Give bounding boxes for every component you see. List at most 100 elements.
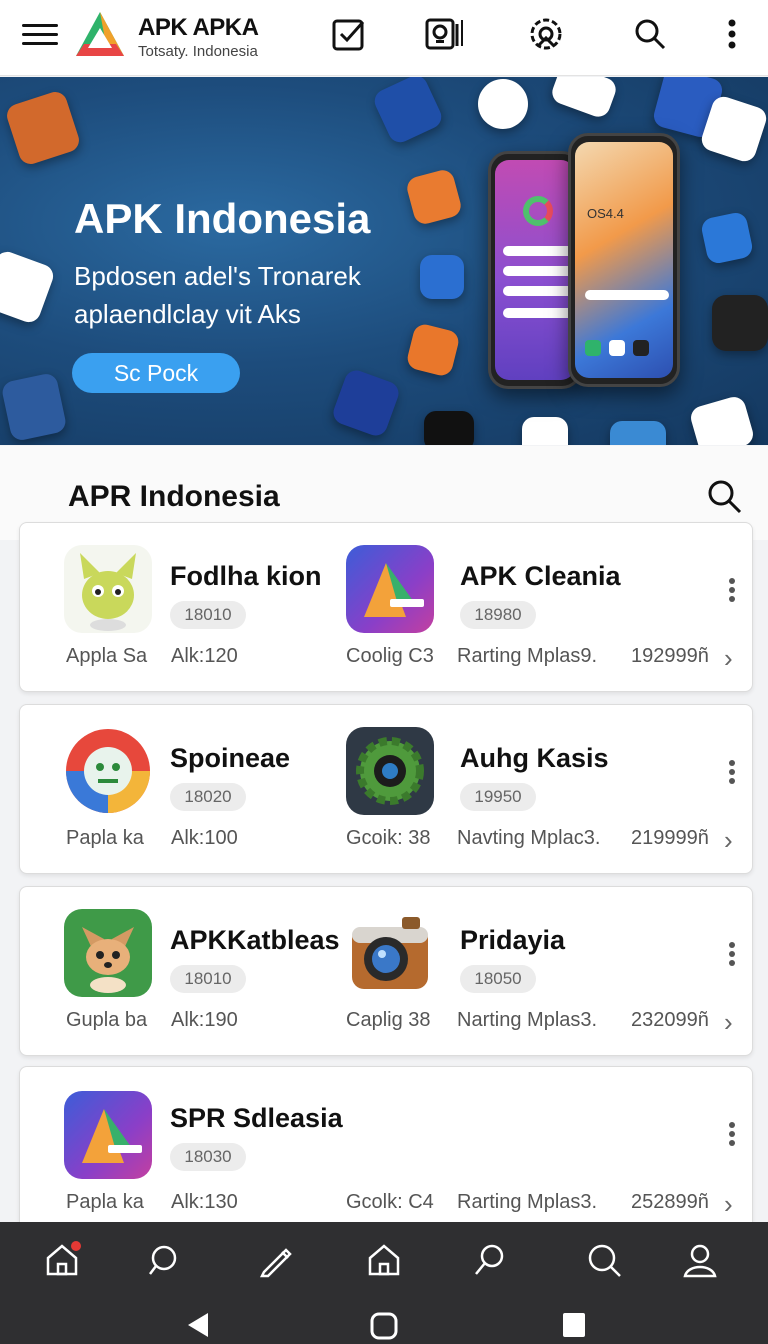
app-icon-floating [522,417,568,445]
app-card[interactable]: Spoineae 18020 Auhg Kasis 19950 Papla ka… [19,704,753,874]
meta-downloads: 192999ñ [631,645,709,667]
meta-category: Papla ka [66,827,144,849]
recents-icon[interactable] [562,1312,586,1338]
app-card[interactable]: Fodlha kion 18010 APK Cleania 18980 Appl… [19,522,753,692]
app-badge: 18030 [170,1143,246,1171]
more-vert-icon[interactable] [724,939,740,975]
app-icon-floating [424,411,474,445]
meta-category: Gupla ba [66,1009,148,1031]
app-name: Fodlha kion [170,561,322,591]
app-title: APK APKA [138,14,259,41]
meta-downloads: 252899ñ [631,1191,709,1213]
meta-rating: Rarting Mplas9. [457,645,598,667]
search-icon[interactable] [630,14,670,54]
meta-code: Gcolk: C4 [346,1191,434,1213]
app-badge: 18980 [460,601,536,629]
cat-app-icon [64,545,152,633]
checkbox-icon[interactable] [329,14,369,54]
app-icon-floating [478,79,528,129]
chevron-right-icon[interactable]: › [724,643,733,674]
app-name: APK Cleania [460,561,621,591]
camera-icon[interactable] [424,14,464,54]
app-name: SPR Sdleasia [170,1103,343,1133]
back-icon[interactable] [186,1312,210,1338]
search-icon[interactable] [704,476,744,516]
top-app-bar: APK APKA Totsaty. Indonesia [0,0,768,76]
hero-description: Bpdosen adel's Tronarek aplaendlclay vit… [74,261,361,329]
search-icon[interactable] [470,1240,510,1280]
app-item[interactable]: Spoineae 18020 [20,705,350,835]
app-item[interactable]: Auhg Kasis 19950 [302,705,632,835]
app-icon-floating [370,77,446,147]
more-vert-icon[interactable] [724,1119,740,1155]
meta-downloads: 219999ñ [631,827,709,849]
app-icon-floating [330,367,402,439]
app-name: Pridayia [460,925,566,955]
dog-app-icon [64,909,152,997]
app-item[interactable]: SPR Sdleasia 18030 [20,1067,350,1197]
app-item[interactable]: APK Cleania 18980 [302,523,632,653]
hero-cta-button[interactable]: Sc Pock [72,353,240,393]
more-vert-icon[interactable] [724,757,740,793]
app-icon-floating [404,167,464,227]
triangle-app-icon [346,545,434,633]
app-icon-floating [688,394,756,445]
app-badge: 18020 [170,783,246,811]
gear-lens-app-icon [346,727,434,815]
meta-code: Coolig C3 [346,645,434,667]
meta-size: Alk:190 [171,1009,238,1031]
app-icon-floating [0,371,68,443]
meta-category: Papla ka [66,1191,144,1213]
home-button-icon[interactable] [370,1312,398,1340]
settings-icon[interactable] [526,14,566,54]
phone-mockup: OS4.4 [568,133,680,387]
profile-icon[interactable] [680,1240,720,1280]
app-subtitle: Totsaty. Indonesia [138,43,258,60]
app-badge: 18050 [460,965,536,993]
phone-os-label: OS4.4 [587,206,624,221]
hero-banner[interactable]: OS4.4 APK Indonesia Bpdosen adel's Trona… [0,77,768,445]
meta-size: Alk:130 [171,1191,238,1213]
meta-rating: Navting Mplac3. [457,827,601,849]
search-icon[interactable] [584,1240,624,1280]
face-app-icon [64,727,152,815]
app-icon-floating [3,88,83,168]
more-vert-icon[interactable] [712,14,752,54]
home-icon[interactable] [42,1240,82,1280]
camera-app-icon [712,295,768,351]
app-icon-floating [610,421,666,445]
app-name: Spoineae [170,743,291,773]
app-icon-floating [420,255,464,299]
home-icon[interactable] [364,1240,404,1280]
more-vert-icon[interactable] [724,575,740,611]
app-card[interactable]: APKKatbleas 18010 Pridayia 18050 Gupla b… [19,886,753,1056]
meta-rating: Rarting Mplas3. [457,1191,598,1213]
search-icon[interactable] [146,1240,186,1280]
chevron-right-icon[interactable]: › [724,1007,733,1038]
app-badge: 18010 [170,601,246,629]
app-name: Auhg Kasis [460,743,609,773]
app-card[interactable]: SPR Sdleasia 18030 Papla ka Alk:130 Gcol… [19,1066,753,1236]
app-item[interactable]: Pridayia 18050 [302,887,632,1017]
hero-title: APK Indonesia [74,195,371,242]
app-icon-floating [548,77,620,121]
logo-icon [76,12,124,56]
app-badge: 18010 [170,965,246,993]
edit-icon[interactable] [256,1240,296,1280]
meta-size: Alk:120 [171,645,238,667]
chevron-right-icon[interactable]: › [724,1189,733,1220]
camera-app-icon [346,909,434,997]
app-item[interactable]: APKKatbleas 18010 [20,887,350,1017]
section-title: APR Indonesia [68,480,280,513]
meta-rating: Narting Mplas3. [457,1009,598,1031]
app-icon-floating [405,322,461,378]
meta-downloads: 232099ñ [631,1009,709,1031]
app-icon-floating [699,210,755,266]
meta-code: Caplig 38 [346,1009,431,1031]
meta-code: Gcoik: 38 [346,827,431,849]
meta-size: Alk:100 [171,827,238,849]
app-icon-floating [0,248,57,326]
app-item[interactable]: Fodlha kion 18010 [20,523,350,653]
menu-icon[interactable] [22,18,58,48]
chevron-right-icon[interactable]: › [724,825,733,856]
